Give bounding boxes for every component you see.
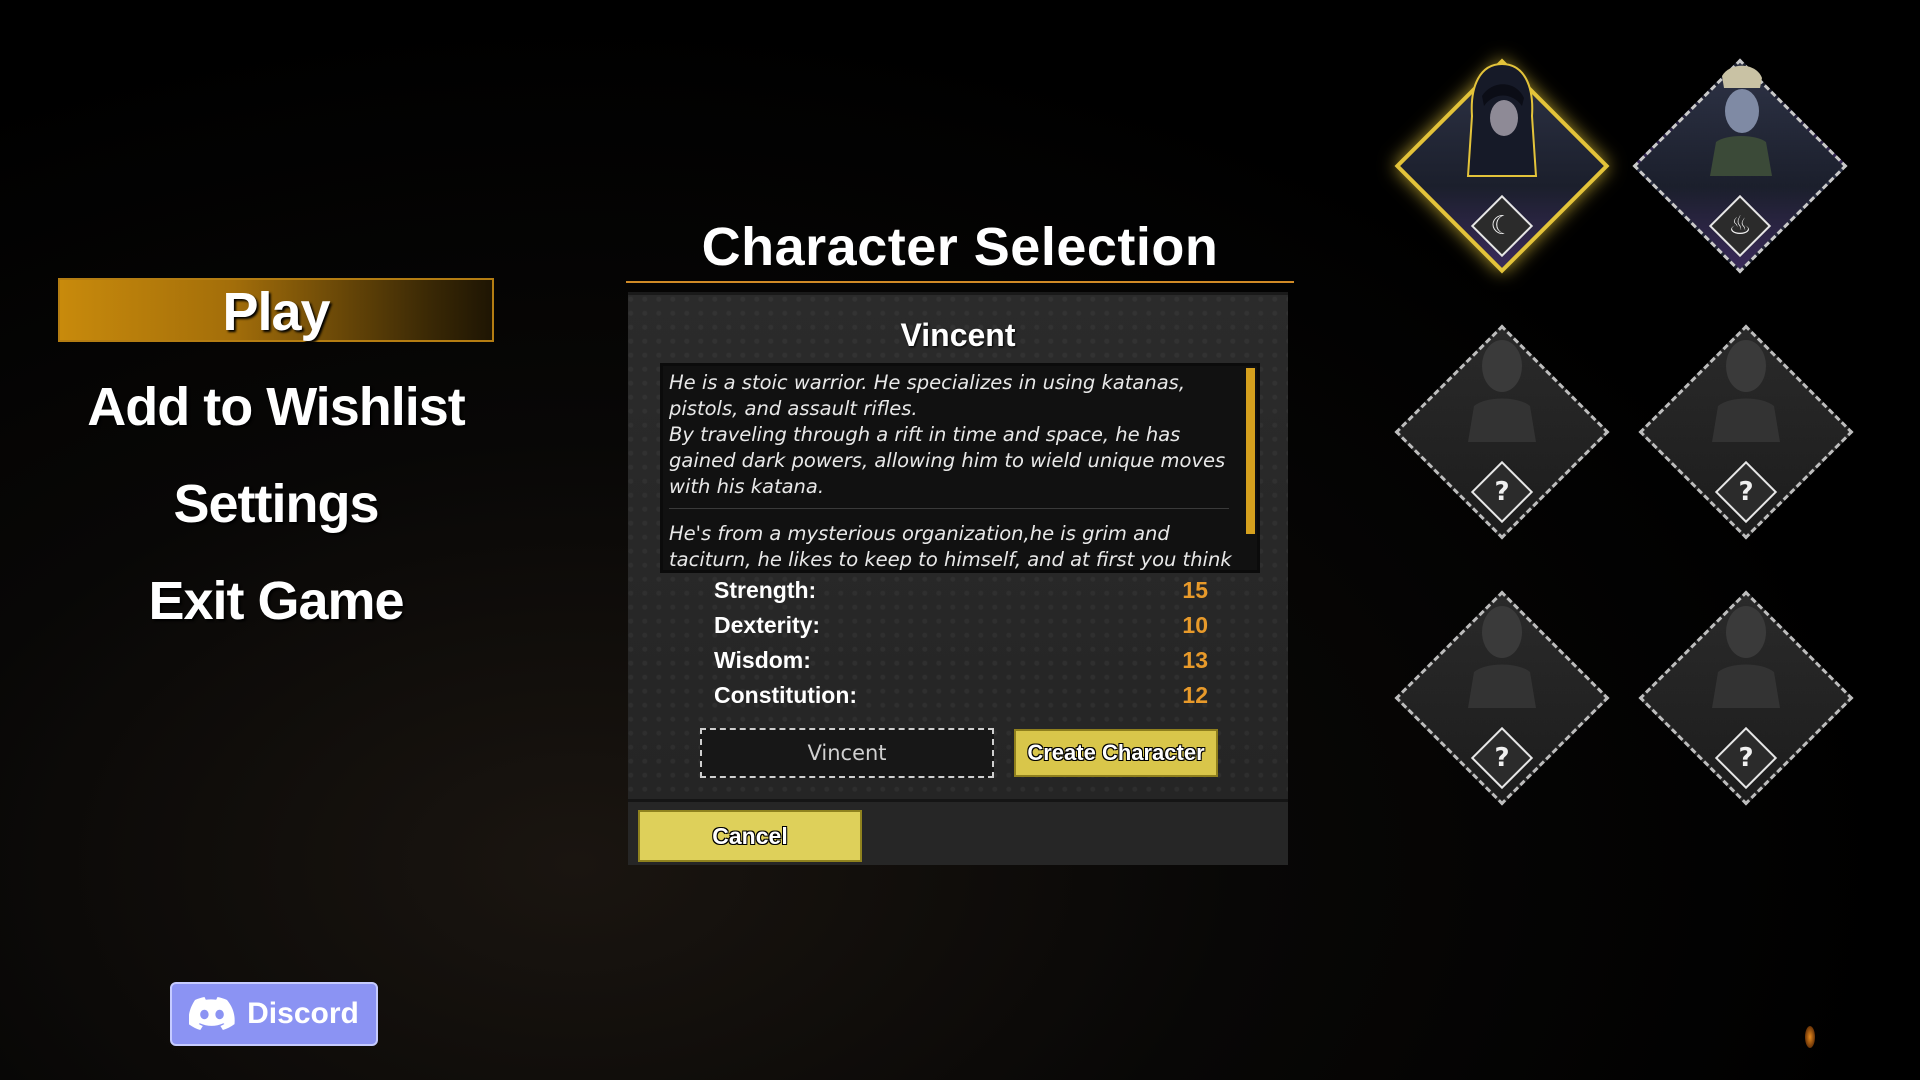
question-icon: ?	[1738, 477, 1754, 507]
discord-icon	[189, 997, 235, 1030]
stat-value: 13	[1182, 647, 1208, 673]
soldier-portrait-icon	[1710, 65, 1772, 176]
stat-value: 10	[1182, 612, 1208, 638]
character-slot-locked[interactable]: ?	[1636, 588, 1856, 808]
silhouette-icon	[1712, 606, 1780, 708]
hooded-portrait-icon	[1466, 62, 1538, 177]
stat-label: Strength:	[714, 577, 817, 603]
stat-row-strength: Strength: 15	[714, 573, 1214, 608]
title-divider	[626, 281, 1294, 283]
stat-label: Wisdom:	[714, 647, 811, 673]
silhouette-icon	[1468, 606, 1536, 708]
stats-list: Strength: 15 Dexterity: 10 Wisdom: 13 Co…	[714, 573, 1214, 713]
question-icon: ?	[1494, 477, 1510, 507]
character-slot-locked[interactable]: ?	[1392, 588, 1612, 808]
stat-value: 15	[1182, 577, 1208, 603]
create-character-button[interactable]: Create Character	[1014, 729, 1218, 777]
menu-settings-button[interactable]: Settings	[58, 472, 494, 536]
ember-decoration	[1805, 1026, 1815, 1048]
character-panel: Vincent He is a stoic warrior. He specia…	[628, 292, 1288, 865]
character-name: Vincent	[900, 317, 1016, 353]
description-paragraph: He's from a mysterious organization,he i…	[669, 522, 1232, 571]
silhouette-icon	[1712, 340, 1780, 442]
discord-label: Discord	[247, 997, 359, 1030]
stat-value: 12	[1182, 682, 1208, 708]
panel-footer: Cancel	[628, 799, 1288, 865]
description-divider	[669, 508, 1229, 509]
character-description[interactable]: He is a stoic warrior. He specializes in…	[660, 363, 1260, 573]
blade-icon: ☾	[1490, 211, 1514, 241]
description-scrollbar[interactable]	[1246, 368, 1255, 534]
menu-play-button[interactable]: Play	[58, 278, 494, 342]
main-menu: Play Add to Wishlist Settings Exit Game	[58, 278, 494, 666]
stat-row-dexterity: Dexterity: 10	[714, 608, 1214, 643]
page-title: Character Selection	[701, 217, 1219, 277]
question-icon: ?	[1494, 743, 1510, 773]
question-icon: ?	[1738, 743, 1754, 773]
description-paragraph: He is a stoic warrior. He specializes in…	[669, 371, 1226, 498]
silhouette-icon	[1468, 340, 1536, 442]
stat-label: Constitution:	[714, 682, 858, 708]
cancel-button[interactable]: Cancel	[638, 810, 862, 862]
description-text: He is a stoic warrior. He specializes in…	[669, 370, 1239, 571]
character-slot-2[interactable]: ♨	[1630, 56, 1850, 276]
menu-wishlist-button[interactable]: Add to Wishlist	[58, 375, 494, 439]
menu-exit-button[interactable]: Exit Game	[58, 569, 494, 633]
character-slot-locked[interactable]: ?	[1392, 322, 1612, 542]
character-slot-vincent[interactable]: ☾	[1392, 56, 1612, 276]
stat-row-constitution: Constitution: 12	[714, 678, 1214, 713]
stat-row-wisdom: Wisdom: 13	[714, 643, 1214, 678]
main-menu-screen: Play Add to Wishlist Settings Exit Game …	[0, 0, 1920, 1080]
character-slot-locked[interactable]: ?	[1636, 322, 1856, 542]
stat-label: Dexterity:	[714, 612, 821, 638]
discord-button[interactable]: Discord	[170, 982, 378, 1046]
character-name-input[interactable]	[700, 728, 994, 778]
flame-icon: ♨	[1728, 211, 1752, 241]
